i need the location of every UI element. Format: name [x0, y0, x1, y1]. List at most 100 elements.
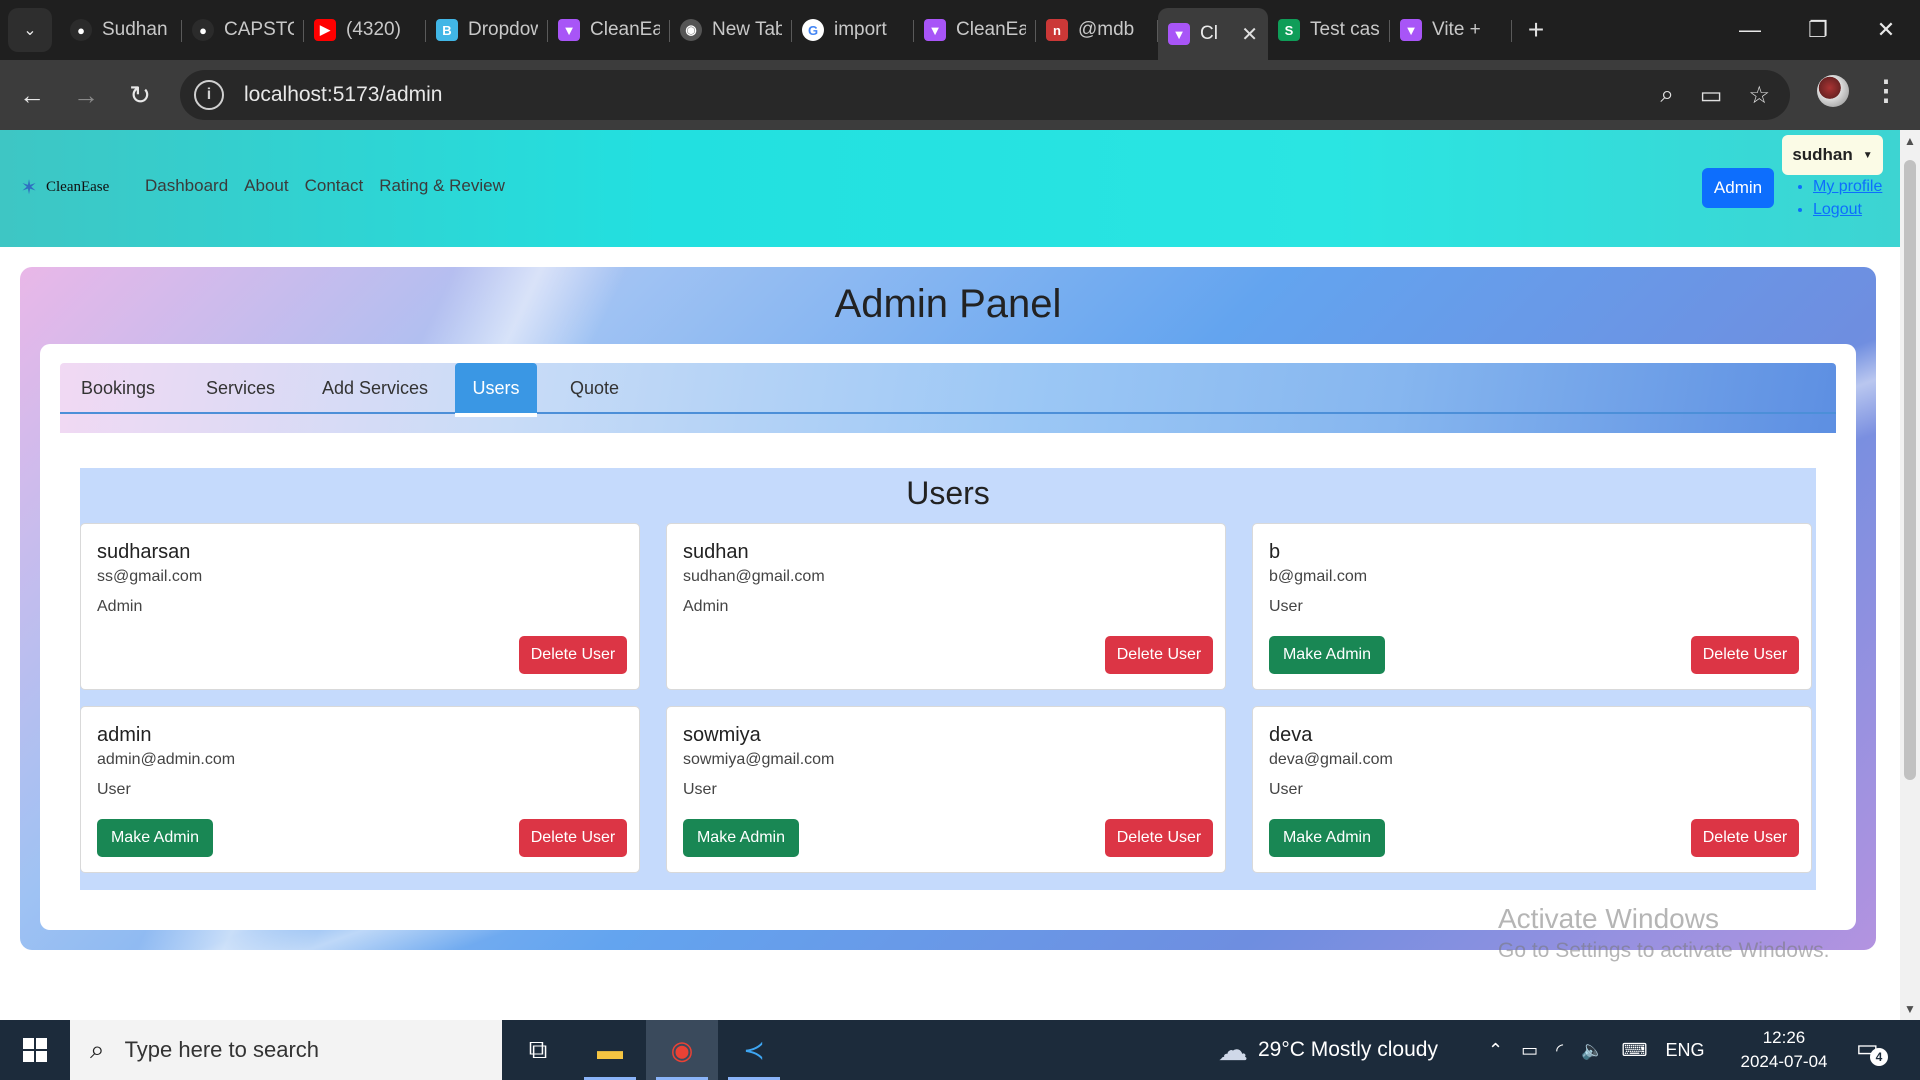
- minimize-icon[interactable]: —: [1716, 0, 1784, 60]
- back-arrow-icon[interactable]: ←: [10, 73, 54, 117]
- delete-user-button[interactable]: Delete User: [519, 819, 627, 857]
- user-email: admin@admin.com: [97, 751, 236, 768]
- vscode-icon[interactable]: ≺: [718, 1020, 790, 1080]
- reload-icon[interactable]: ↻: [118, 73, 162, 117]
- notification-count: 4: [1870, 1048, 1888, 1066]
- user-role: Admin: [97, 598, 143, 615]
- browser-menu-icon[interactable]: ⋮: [1872, 74, 1900, 107]
- browser-tab-strip: ⌄ ●Sudhan ●CAPSTONE ▶(4320) BDropdown ▼C…: [0, 0, 1920, 60]
- scrollbar-thumb[interactable]: [1904, 160, 1916, 780]
- user-card: sudharsan ss@gmail.com Admin Delete User: [80, 523, 640, 690]
- task-view-icon[interactable]: ⧉: [502, 1020, 574, 1080]
- scroll-up-icon[interactable]: ▲: [1904, 134, 1916, 148]
- volume-icon[interactable]: 🔈: [1581, 1040, 1603, 1061]
- weather-widget[interactable]: ☁ 29°C Mostly cloudy: [1218, 1020, 1438, 1080]
- github-icon: ●: [70, 19, 92, 41]
- keyboard-icon[interactable]: ⌨: [1622, 1040, 1648, 1061]
- clock-time: 12:26: [1762, 1028, 1806, 1047]
- site-info-icon[interactable]: i: [194, 80, 224, 110]
- browser-tab[interactable]: STest case: [1268, 8, 1390, 52]
- wifi-icon[interactable]: ◜: [1556, 1040, 1563, 1061]
- restore-icon[interactable]: ❐: [1784, 0, 1852, 60]
- my-profile-link[interactable]: My profile: [1813, 178, 1882, 195]
- search-icon: ⌕: [90, 1034, 105, 1064]
- make-admin-button[interactable]: Make Admin: [1269, 636, 1385, 674]
- zoom-icon[interactable]: ⌕: [1660, 81, 1673, 109]
- bookmark-star-icon[interactable]: ☆: [1748, 81, 1770, 110]
- browser-tab[interactable]: n @mdb: [1036, 8, 1158, 52]
- tab-add-services[interactable]: Add Services: [322, 363, 428, 413]
- vite-icon: ▼: [924, 19, 946, 41]
- close-window-icon[interactable]: ✕: [1852, 0, 1920, 60]
- scroll-down-icon[interactable]: ▼: [1904, 1002, 1916, 1016]
- browser-toolbar: ← → ↻ i localhost:5173/admin ⌕ ▭ ☆ ⋮: [0, 60, 1920, 130]
- battery-icon[interactable]: ▭: [1521, 1040, 1538, 1061]
- clock-date: 2024-07-04: [1740, 1052, 1828, 1071]
- nav-link-contact[interactable]: Contact: [305, 176, 364, 196]
- nav-link-dashboard[interactable]: Dashboard: [145, 176, 228, 196]
- windows-start-icon[interactable]: [0, 1020, 70, 1080]
- watermark-line-1: Activate Windows: [1498, 903, 1719, 934]
- notification-center-icon[interactable]: ▭ 4: [1856, 1034, 1888, 1066]
- forward-arrow-icon[interactable]: →: [64, 73, 108, 117]
- tab-quote[interactable]: Quote: [570, 363, 619, 413]
- nav-link-rating-review[interactable]: Rating & Review: [379, 176, 505, 196]
- browser-tab[interactable]: ●CAPSTONE: [182, 8, 304, 52]
- browser-tab[interactable]: ▼ Vite +: [1390, 8, 1512, 52]
- user-dropdown-toggle[interactable]: sudhan ▼: [1782, 135, 1883, 175]
- browser-tab[interactable]: ▶ (4320): [304, 8, 426, 52]
- make-admin-button[interactable]: Make Admin: [683, 819, 799, 857]
- user-email: b@gmail.com: [1269, 568, 1368, 585]
- close-tab-icon[interactable]: ✕: [1241, 22, 1258, 47]
- browser-tab[interactable]: ● Sudhan: [60, 8, 182, 52]
- new-tab-plus-icon[interactable]: +: [1516, 10, 1556, 50]
- tab-services[interactable]: Services: [206, 363, 275, 413]
- url-text[interactable]: localhost:5173/admin: [244, 83, 442, 107]
- user-name: sudhan: [683, 541, 749, 563]
- tab-bookings[interactable]: Bookings: [81, 363, 155, 413]
- tab-search-chevron-icon[interactable]: ⌄: [8, 8, 52, 52]
- browser-tab[interactable]: Gimport: [792, 8, 914, 52]
- taskbar-clock[interactable]: 12:26 2024-07-04: [1736, 1026, 1832, 1074]
- delete-user-button[interactable]: Delete User: [1105, 636, 1213, 674]
- github-icon: ●: [192, 19, 214, 41]
- taskbar-search-box[interactable]: ⌕ Type here to search: [70, 1020, 502, 1080]
- file-explorer-icon[interactable]: ▬: [574, 1020, 646, 1080]
- delete-user-button[interactable]: Delete User: [1691, 819, 1799, 857]
- chrome-icon: ◉: [680, 19, 702, 41]
- nav-links: Dashboard About Contact Rating & Review: [145, 176, 505, 196]
- brand[interactable]: ✶ CleanEase: [16, 174, 110, 200]
- delete-user-button[interactable]: Delete User: [1691, 636, 1799, 674]
- users-heading: Users: [906, 475, 990, 511]
- tab-users[interactable]: Users: [455, 363, 537, 417]
- user-card: sudhan sudhan@gmail.com Admin Delete Use…: [666, 523, 1226, 690]
- browser-tab-active[interactable]: ▼ Cl ✕: [1158, 8, 1268, 60]
- user-name: b: [1269, 541, 1281, 563]
- address-bar[interactable]: i localhost:5173/admin ⌕ ▭ ☆: [180, 70, 1790, 120]
- payment-card-icon[interactable]: ▭: [1700, 81, 1723, 110]
- logout-link[interactable]: Logout: [1813, 201, 1862, 218]
- cleanease-logo-icon: ✶: [20, 176, 38, 199]
- delete-user-button[interactable]: Delete User: [519, 636, 627, 674]
- language-indicator[interactable]: ENG: [1666, 1040, 1705, 1061]
- nav-link-about[interactable]: About: [244, 176, 288, 196]
- browser-tab[interactable]: BDropdown: [426, 8, 548, 52]
- user-card: admin admin@admin.com User Make Admin De…: [80, 706, 640, 873]
- app-navbar: ✶ CleanEase Dashboard About Contact Rati…: [0, 130, 1900, 247]
- browser-profile-avatar[interactable]: [1817, 75, 1849, 107]
- users-section: Users sudharsan ss@gmail.com Admin Delet…: [80, 468, 1816, 890]
- google-icon: G: [802, 19, 824, 41]
- browser-tab[interactable]: ▼CleanEase: [914, 8, 1036, 52]
- chrome-taskbar-icon[interactable]: ◉: [646, 1020, 718, 1080]
- delete-user-button[interactable]: Delete User: [1105, 819, 1213, 857]
- browser-tab[interactable]: ◉ New Tab: [670, 8, 792, 52]
- make-admin-button[interactable]: Make Admin: [97, 819, 213, 857]
- user-card: sowmiya sowmiya@gmail.com User Make Admi…: [666, 706, 1226, 873]
- browser-tab[interactable]: ▼CleanEase: [548, 8, 670, 52]
- page-scrollbar[interactable]: ▲ ▼: [1900, 130, 1920, 1020]
- vite-icon: ▼: [558, 19, 580, 41]
- tray-chevron-up-icon[interactable]: ⌃: [1488, 1040, 1503, 1061]
- admin-button[interactable]: Admin: [1702, 168, 1774, 208]
- make-admin-button[interactable]: Make Admin: [1269, 819, 1385, 857]
- dropdown-item: Logout: [1813, 201, 1882, 219]
